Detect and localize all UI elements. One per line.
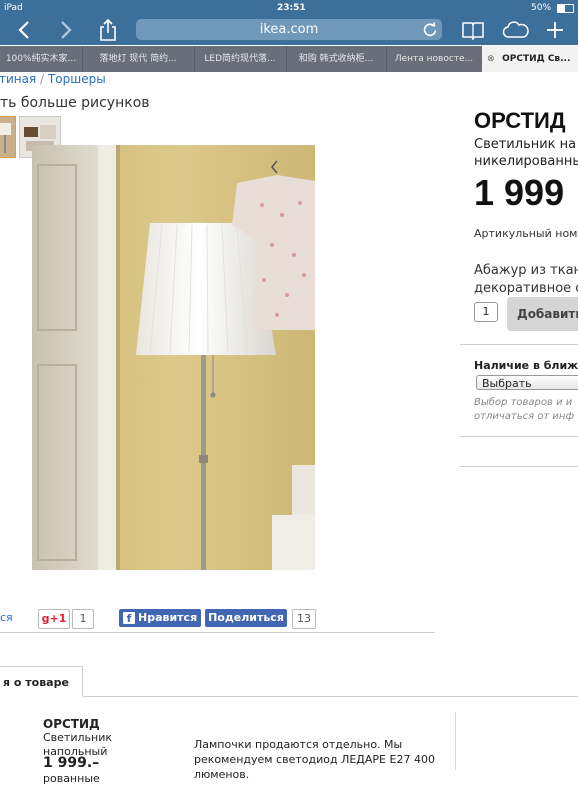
reload-icon[interactable] <box>423 22 437 37</box>
address-bar[interactable]: ikea.com <box>136 19 442 40</box>
shade-line2: декоративное с <box>474 281 578 296</box>
bulb-note-line1: Лампочки продаются отдельно. Мы <box>194 738 403 751</box>
store-select[interactable]: Выбрать <box>476 375 578 390</box>
close-tab-icon[interactable]: ⊗ <box>487 46 499 72</box>
product-desc-line2: никелированны <box>474 154 578 169</box>
bulb-note-line2: рекомендуем светодиод ЛЕДАРЕ Е27 400 <box>194 753 435 766</box>
facebook-share-count-text: 13 <box>297 612 311 625</box>
availability-note-line2: отличаться от инф <box>474 411 574 422</box>
availability-note-line1: Выбор товаров и и <box>474 397 573 408</box>
tab-5[interactable]: Лента новосте... <box>386 46 483 72</box>
product-price: 1 999 <box>474 172 565 213</box>
new-tab-icon[interactable] <box>545 20 565 40</box>
battery-percent: 50% <box>531 3 552 13</box>
product-name: ОРСТИД <box>474 108 566 133</box>
battery-icon <box>557 4 574 13</box>
availability-title: Наличие в ближа <box>474 359 578 372</box>
facebook-like-button[interactable]: f Нравится <box>119 609 201 627</box>
tab-label: LED简约现代落... <box>204 54 276 64</box>
back-icon[interactable] <box>16 20 32 40</box>
facebook-share-label: Поделиться <box>208 611 284 624</box>
tab-product-info-label: я о товаре <box>3 676 69 689</box>
bottom-product-price: 1 999.– <box>43 755 100 771</box>
article-number-label: Артикульный номе <box>474 227 578 240</box>
subscribe-link-text: ся <box>0 611 13 624</box>
tab-label: 和购 韩式收纳柜... <box>298 54 374 64</box>
divider <box>0 632 435 633</box>
url-text: ikea.com <box>259 22 319 37</box>
bottom-desc-line1: Светильник <box>43 731 112 744</box>
shade-description: Абажур из ткан декоративное с <box>474 262 578 298</box>
divider <box>460 436 578 437</box>
tab-1[interactable]: 100%纯实木家... <box>0 46 83 72</box>
product-description: Светильник на никелированны <box>474 136 578 170</box>
google-plus-button[interactable]: g+1 <box>38 609 70 629</box>
bulb-note: Лампочки продаются отдельно. Мы рекоменд… <box>194 737 435 782</box>
facebook-icon: f <box>123 612 135 625</box>
forward-icon[interactable] <box>58 20 74 40</box>
divider <box>460 344 578 345</box>
product-panel: ОРСТИД Светильник на никелированны 1 999… <box>460 100 578 770</box>
bottom-product-name: ОРСТИД <box>43 717 100 731</box>
tab-3[interactable]: LED简约现代落... <box>194 46 287 72</box>
tab-label: 100%纯实木家... <box>5 54 77 64</box>
tab-bar: 100%纯实木家... 落地灯 现代 简约... LED简约现代落... 和购 … <box>0 46 578 72</box>
quantity-input[interactable]: 1 <box>474 302 498 322</box>
share-icon[interactable] <box>98 18 118 42</box>
product-photo[interactable] <box>32 145 315 570</box>
facebook-like-label: Нравится <box>138 611 198 624</box>
tab-product-info[interactable]: я о товаре <box>0 666 83 696</box>
bulb-note-line3: люменов. <box>194 768 250 781</box>
divider <box>455 712 456 770</box>
tab-label: Лента новосте... <box>394 54 474 64</box>
clock: 23:51 <box>277 3 306 13</box>
thumbnail-1-image <box>0 117 15 157</box>
google-plus-count: 1 <box>72 609 94 629</box>
product-photo-image <box>32 145 315 570</box>
product-desc-line1: Светильник на <box>474 137 577 152</box>
status-bar: iPad 23:51 50% <box>0 0 578 16</box>
subscribe-link[interactable]: ся <box>0 611 13 624</box>
google-plus-count-text: 1 <box>79 612 87 625</box>
tab-label: 落地灯 现代 简约... <box>99 54 177 64</box>
thumbnail-1[interactable] <box>0 116 16 158</box>
tab-4[interactable]: 和购 韩式收纳柜... <box>286 46 387 72</box>
cloud-tabs-icon[interactable] <box>502 20 530 40</box>
store-select-value: Выбрать <box>482 377 532 390</box>
reading-list-icon[interactable] <box>462 20 484 40</box>
add-to-cart-button[interactable]: Добавить <box>507 297 578 331</box>
tab-label: ОРСТИД Св... <box>502 54 571 64</box>
availability-note: Выбор товаров и и отличаться от инф <box>474 396 574 424</box>
facebook-share-button[interactable]: Поделиться <box>205 609 287 627</box>
shade-line1: Абажур из ткан <box>474 263 578 278</box>
tab-2[interactable]: 落地灯 现代 简约... <box>82 46 195 72</box>
device-label: iPad <box>4 3 23 13</box>
tab-6-active[interactable]: ⊗ ОРСТИД Св... <box>482 46 578 72</box>
bottom-cut-text: рованные <box>43 772 100 785</box>
divider <box>460 466 578 467</box>
google-plus-label: g+1 <box>41 612 67 625</box>
facebook-share-count: 13 <box>292 609 316 629</box>
